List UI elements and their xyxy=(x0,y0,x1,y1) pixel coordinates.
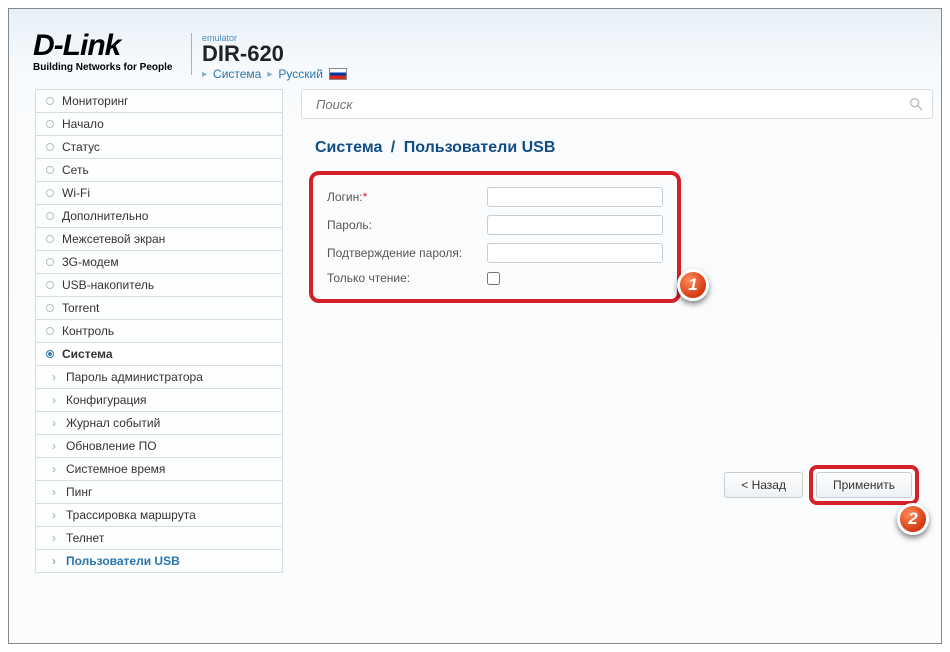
sidebar-item-label: Статус xyxy=(62,140,100,154)
bullet-icon xyxy=(46,143,54,151)
sidebar-subitem-label: Конфигурация xyxy=(66,393,147,407)
bullet-icon xyxy=(46,189,54,197)
header: D-Link Building Networks for People emul… xyxy=(9,9,941,89)
sidebar-item[interactable]: Сеть xyxy=(35,159,283,182)
sidebar-subitem[interactable]: Телнет xyxy=(35,527,283,550)
readonly-label: Только чтение: xyxy=(327,271,487,285)
sidebar-item-label: Контроль xyxy=(62,324,114,338)
sidebar-item-label: Сеть xyxy=(62,163,89,177)
action-buttons: < Назад Применить xyxy=(724,465,919,505)
brand-logo: D-Link Building Networks for People xyxy=(33,31,173,73)
search-input[interactable] xyxy=(316,97,908,112)
sidebar-item-label: Система xyxy=(62,347,113,361)
sidebar-item-label: Межсетевой экран xyxy=(62,232,165,246)
readonly-checkbox[interactable] xyxy=(487,272,500,285)
sidebar-item[interactable]: Torrent xyxy=(35,297,283,320)
sidebar-item-label: Дополнительно xyxy=(62,209,148,223)
sidebar-item[interactable]: Мониторинг xyxy=(35,89,283,113)
annotation-marker-1: 1 xyxy=(677,269,709,301)
sidebar-subitem[interactable]: Пользователи USB xyxy=(35,550,283,573)
password-label: Пароль: xyxy=(327,218,487,232)
sidebar-item[interactable]: Система xyxy=(35,343,283,366)
brand-slogan: Building Networks for People xyxy=(33,62,172,73)
sidebar-item-label: USB-накопитель xyxy=(62,278,154,292)
apply-highlight: Применить xyxy=(809,465,919,505)
sidebar-subitem-label: Пароль администратора xyxy=(66,370,203,384)
chevron-right-icon: ▸ xyxy=(267,69,272,80)
sidebar-subitem-label: Обновление ПО xyxy=(66,439,157,453)
search-box[interactable] xyxy=(301,89,933,119)
sidebar-item-label: Начало xyxy=(62,117,104,131)
page-title-main: Пользователи USB xyxy=(404,139,556,156)
brand-name: D-Link xyxy=(33,31,120,61)
sidebar-subitem-label: Пинг xyxy=(66,485,92,499)
bullet-icon xyxy=(46,97,54,105)
sidebar-subitem[interactable]: Конфигурация xyxy=(35,389,283,412)
sidebar-item[interactable]: Статус xyxy=(35,136,283,159)
annotation-marker-2: 2 xyxy=(897,503,929,535)
sidebar-subitem[interactable]: Журнал событий xyxy=(35,412,283,435)
sidebar-item[interactable]: Контроль xyxy=(35,320,283,343)
page-title-separator: / xyxy=(387,139,399,156)
chevron-right-icon: ▸ xyxy=(202,69,207,80)
sidebar: Мониторинг Начало Статус Сеть Wi-Fi Дополните… xyxy=(35,89,283,635)
russia-flag-icon[interactable] xyxy=(329,68,347,80)
confirm-password-label: Подтверждение пароля: xyxy=(327,246,487,260)
header-separator xyxy=(191,33,192,75)
breadcrumb-language[interactable]: Русский xyxy=(278,67,323,81)
breadcrumb: ▸ Система ▸ Русский xyxy=(202,67,347,81)
sidebar-item-label: Torrent xyxy=(62,301,99,315)
page-title-crumb: Система xyxy=(315,139,382,156)
sidebar-item[interactable]: Дополнительно xyxy=(35,205,283,228)
sidebar-subitem-label: Трассировка маршрута xyxy=(66,508,196,522)
sidebar-item-label: 3G-модем xyxy=(62,255,119,269)
sidebar-item[interactable]: USB-накопитель xyxy=(35,274,283,297)
sidebar-subitem[interactable]: Системное время xyxy=(35,458,283,481)
back-button[interactable]: < Назад xyxy=(724,472,803,498)
main-content: Система / Пользователи USB Логин:* Парол… xyxy=(301,89,933,635)
page-title: Система / Пользователи USB xyxy=(315,139,933,157)
sidebar-subitem[interactable]: Пинг xyxy=(35,481,283,504)
bullet-icon xyxy=(46,304,54,312)
password-field[interactable] xyxy=(487,215,663,235)
sidebar-item[interactable]: Wi-Fi xyxy=(35,182,283,205)
bullet-icon xyxy=(46,281,54,289)
breadcrumb-system[interactable]: Система xyxy=(213,67,261,81)
user-form: Логин:* Пароль: Подтверждение пароля: То… xyxy=(309,171,681,303)
bullet-icon xyxy=(46,212,54,220)
device-model: DIR-620 xyxy=(202,43,347,65)
sidebar-subitem-label: Телнет xyxy=(66,531,104,545)
sidebar-subitem[interactable]: Обновление ПО xyxy=(35,435,283,458)
bullet-icon xyxy=(46,350,54,358)
bullet-icon xyxy=(46,120,54,128)
sidebar-subitem[interactable]: Пароль администратора xyxy=(35,366,283,389)
bullet-icon xyxy=(46,235,54,243)
sidebar-item-label: Мониторинг xyxy=(62,94,129,108)
bullet-icon xyxy=(46,327,54,335)
sidebar-subitem-label: Пользователи USB xyxy=(66,554,180,568)
bullet-icon xyxy=(46,166,54,174)
sidebar-item[interactable]: 3G-модем xyxy=(35,251,283,274)
apply-button[interactable]: Применить xyxy=(816,472,912,498)
sidebar-subitem-label: Системное время xyxy=(66,462,165,476)
search-icon xyxy=(908,96,924,112)
confirm-password-field[interactable] xyxy=(487,243,663,263)
sidebar-subitem[interactable]: Трассировка маршрута xyxy=(35,504,283,527)
sidebar-item-label: Wi-Fi xyxy=(62,186,90,200)
sidebar-item[interactable]: Начало xyxy=(35,113,283,136)
login-field[interactable] xyxy=(487,187,663,207)
bullet-icon xyxy=(46,258,54,266)
sidebar-item[interactable]: Межсетевой экран xyxy=(35,228,283,251)
login-label: Логин:* xyxy=(327,190,487,204)
sidebar-subitem-label: Журнал событий xyxy=(66,416,160,430)
